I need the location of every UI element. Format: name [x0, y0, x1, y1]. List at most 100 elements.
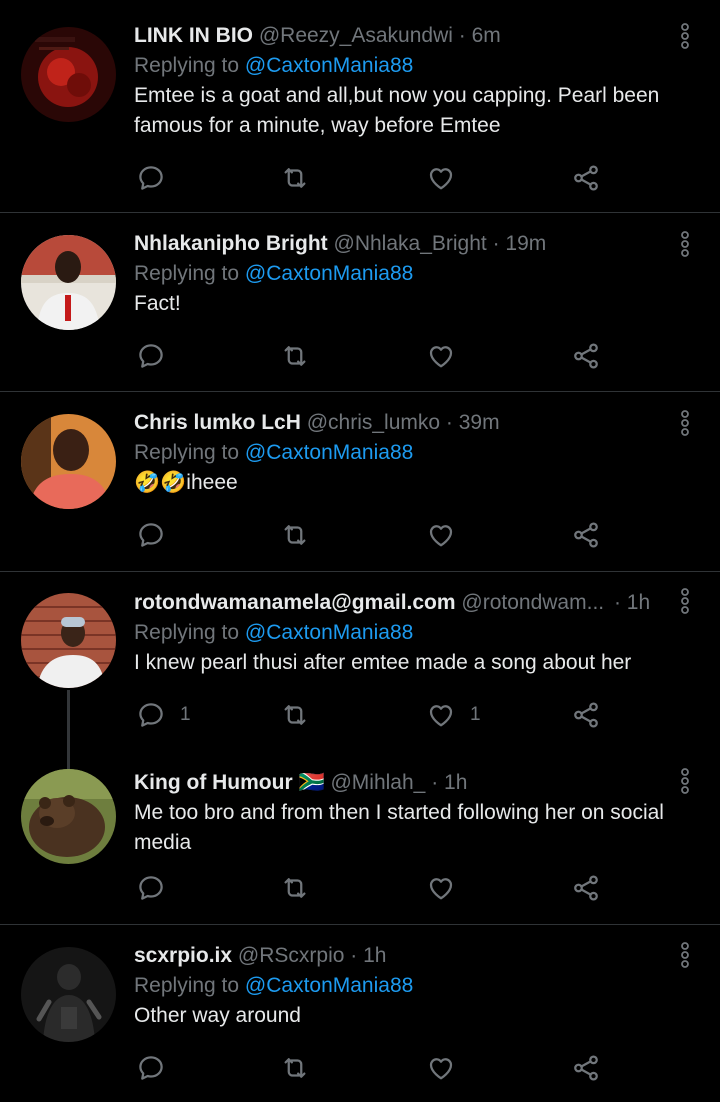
tweet-text: Fact!: [134, 292, 181, 315]
retweet-icon: [280, 163, 310, 193]
share-icon: [571, 1053, 601, 1083]
timestamp[interactable]: · 19m: [493, 232, 547, 255]
handle[interactable]: @rotondwam...: [461, 591, 604, 614]
like-button[interactable]: [426, 340, 470, 372]
display-name[interactable]: Chris lumko LcH: [134, 411, 301, 434]
country-flag: 🇿🇦: [298, 771, 325, 794]
handle[interactable]: @RScxrpio: [238, 944, 345, 967]
avatar[interactable]: [21, 769, 116, 864]
tweet-text: Other way around: [134, 1004, 301, 1027]
like-button[interactable]: [426, 162, 470, 194]
reply-icon: [136, 341, 166, 371]
share-icon: [571, 163, 601, 193]
handle[interactable]: @Nhlaka_Bright: [334, 232, 487, 255]
replying-prefix: Replying to: [134, 974, 245, 997]
reply-button[interactable]: 1: [136, 699, 191, 731]
replying-to: Replying to @CaxtonMania88: [134, 971, 694, 1001]
tweet-actions: [136, 340, 636, 372]
replying-to: Replying to @CaxtonMania88: [134, 51, 694, 81]
reply-icon: [136, 700, 166, 730]
timestamp[interactable]: · 6m: [459, 24, 501, 47]
mention-link[interactable]: @CaxtonMania88: [245, 974, 413, 997]
more-icon[interactable]: [676, 409, 694, 437]
like-button[interactable]: [426, 1052, 470, 1084]
retweet-button[interactable]: [280, 699, 310, 731]
reply-icon: [136, 520, 166, 550]
display-name[interactable]: King of Humour: [134, 771, 293, 794]
tweet[interactable]: King of Humour 🇿🇦 @Mihlah_ · 1h Me too b…: [0, 752, 720, 924]
display-name[interactable]: Nhlakanipho Bright: [134, 232, 328, 255]
like-button[interactable]: 1: [426, 699, 481, 731]
share-button[interactable]: [571, 699, 601, 731]
avatar[interactable]: [21, 947, 116, 1042]
retweet-button[interactable]: [280, 872, 310, 904]
mention-link[interactable]: @CaxtonMania88: [245, 54, 413, 77]
handle[interactable]: @Mihlah_: [330, 771, 425, 794]
share-button[interactable]: [571, 1052, 601, 1084]
share-button[interactable]: [571, 872, 601, 904]
reply-button[interactable]: [136, 872, 180, 904]
timestamp[interactable]: · 39m: [446, 411, 500, 434]
replying-prefix: Replying to: [134, 621, 245, 644]
retweet-button[interactable]: [280, 519, 310, 551]
more-icon[interactable]: [676, 587, 694, 615]
replying-prefix: Replying to: [134, 262, 245, 285]
display-name[interactable]: LINK IN BIO: [134, 24, 253, 47]
retweet-icon: [280, 520, 310, 550]
mention-link[interactable]: @CaxtonMania88: [245, 621, 413, 644]
reply-icon: [136, 873, 166, 903]
avatar[interactable]: [21, 414, 116, 509]
like-icon: [426, 520, 456, 550]
tweet-actions: [136, 519, 636, 551]
tweet-text: 🤣🤣iheee: [134, 471, 238, 494]
handle[interactable]: @Reezy_Asakundwi: [259, 24, 453, 47]
replying-prefix: Replying to: [134, 441, 245, 464]
like-button[interactable]: [426, 872, 470, 904]
retweet-icon: [280, 341, 310, 371]
reply-button[interactable]: [136, 1052, 180, 1084]
replying-to: Replying to @CaxtonMania88: [134, 618, 694, 648]
timestamp[interactable]: · 1h: [431, 771, 467, 794]
display-name[interactable]: rotondwamanamela@gmail.com: [134, 591, 456, 614]
more-icon[interactable]: [676, 941, 694, 969]
mention-link[interactable]: @CaxtonMania88: [245, 441, 413, 464]
avatar[interactable]: [21, 235, 116, 330]
retweet-button[interactable]: [280, 340, 310, 372]
tweet-header: scxrpio.ix @RScxrpio · 1h: [134, 941, 694, 971]
handle[interactable]: @chris_lumko: [307, 411, 440, 434]
tweet[interactable]: Nhlakanipho Bright @Nhlaka_Bright · 19m …: [0, 213, 720, 391]
tweet[interactable]: LINK IN BIO @Reezy_Asakundwi · 6m Replyi…: [0, 0, 720, 212]
tweet[interactable]: rotondwamanamela@gmail.com @rotondwam...…: [0, 572, 720, 770]
retweet-icon: [280, 873, 310, 903]
more-icon[interactable]: [676, 767, 694, 795]
tweet-text: I knew pearl thusi after emtee made a so…: [134, 651, 632, 674]
timestamp[interactable]: · 1h: [350, 944, 386, 967]
avatar[interactable]: [21, 593, 116, 688]
mention-link[interactable]: @CaxtonMania88: [245, 262, 413, 285]
timestamp[interactable]: · 1h: [614, 591, 650, 614]
reply-button[interactable]: [136, 340, 180, 372]
share-button[interactable]: [571, 162, 601, 194]
more-icon[interactable]: [676, 230, 694, 258]
more-icon[interactable]: [676, 22, 694, 50]
retweet-button[interactable]: [280, 1052, 310, 1084]
display-name[interactable]: scxrpio.ix: [134, 944, 232, 967]
tweet[interactable]: Chris lumko LcH @chris_lumko · 39m Reply…: [0, 392, 720, 571]
tweet[interactable]: scxrpio.ix @RScxrpio · 1h Replying to @C…: [0, 925, 720, 1102]
like-button[interactable]: [426, 519, 470, 551]
reply-button[interactable]: [136, 162, 180, 194]
share-icon: [571, 873, 601, 903]
reply-icon: [136, 1053, 166, 1083]
avatar[interactable]: [21, 27, 116, 122]
tweet-actions: [136, 872, 636, 904]
retweet-button[interactable]: [280, 162, 310, 194]
replying-prefix: Replying to: [134, 54, 245, 77]
tweet-header: Nhlakanipho Bright @Nhlaka_Bright · 19m: [134, 229, 694, 259]
reply-button[interactable]: [136, 519, 180, 551]
like-icon: [426, 873, 456, 903]
share-button[interactable]: [571, 519, 601, 551]
tweet-text: Emtee is a goat and all,but now you capp…: [134, 84, 660, 137]
share-button[interactable]: [571, 340, 601, 372]
tweet-header: King of Humour 🇿🇦 @Mihlah_ · 1h: [134, 768, 694, 798]
share-icon: [571, 700, 601, 730]
